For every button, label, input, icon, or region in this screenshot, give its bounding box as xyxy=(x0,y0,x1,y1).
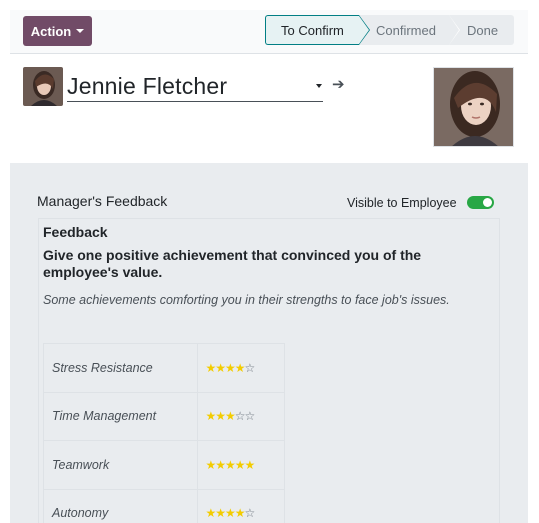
stage-to-confirm[interactable]: To Confirm xyxy=(265,15,370,45)
table-row: Teamwork ★★★★★ xyxy=(42,440,285,490)
rating-stars: ★★★★☆ xyxy=(197,488,285,523)
employee-name-field[interactable]: Jennie Fletcher xyxy=(67,71,323,102)
rating-stars: ★★★★★ xyxy=(197,440,285,490)
star-empty-icon[interactable]: ☆ xyxy=(235,409,246,423)
stage-label: Confirmed xyxy=(376,22,436,38)
visible-to-employee-label: Visible to Employee xyxy=(347,196,457,210)
table-row: Stress Resistance ★★★★☆ xyxy=(42,343,285,393)
stage-label: To Confirm xyxy=(281,22,344,38)
status-bar: To Confirm Confirmed Done xyxy=(265,15,514,45)
table-row: Time Management ★★★☆☆ xyxy=(42,391,285,441)
star-filled-icon[interactable]: ★ xyxy=(215,361,226,375)
section-title: Manager's Feedback xyxy=(37,193,168,209)
rating-stars: ★★★☆☆ xyxy=(197,391,285,441)
star-empty-icon[interactable]: ☆ xyxy=(245,409,256,423)
star-filled-icon[interactable]: ★ xyxy=(235,458,246,472)
stage-confirmed[interactable]: Confirmed xyxy=(359,15,460,45)
form-sheet: Manager's Feedback Visible to Employee F… xyxy=(10,163,528,523)
feedback-question: Give one positive achievement that convi… xyxy=(43,247,422,280)
star-filled-icon[interactable]: ★ xyxy=(225,409,236,423)
star-filled-icon[interactable]: ★ xyxy=(215,458,226,472)
toggle-knob xyxy=(483,198,492,207)
stage-label: Done xyxy=(467,22,499,38)
action-button[interactable]: Action xyxy=(23,16,92,46)
visible-to-employee-toggle[interactable] xyxy=(467,196,494,209)
star-empty-icon[interactable]: ☆ xyxy=(245,361,256,375)
star-filled-icon[interactable]: ★ xyxy=(205,458,216,472)
star-empty-icon[interactable]: ☆ xyxy=(245,506,256,520)
star-filled-icon[interactable]: ★ xyxy=(225,506,236,520)
employee-avatar xyxy=(23,67,63,106)
rating-label: Stress Resistance xyxy=(42,343,199,393)
control-panel: Action To Confirm Confirmed Done xyxy=(10,10,528,54)
employee-photo[interactable] xyxy=(433,67,514,147)
star-filled-icon[interactable]: ★ xyxy=(235,361,246,375)
open-record-arrow-icon[interactable]: ➔ xyxy=(332,75,345,93)
rating-label: Time Management xyxy=(42,391,199,441)
employee-name: Jennie Fletcher xyxy=(67,72,228,99)
form-header: Jennie Fletcher ➔ xyxy=(10,55,528,163)
star-filled-icon[interactable]: ★ xyxy=(205,409,216,423)
feedback-card[interactable]: Feedback Give one positive achievement t… xyxy=(38,218,500,523)
star-filled-icon[interactable]: ★ xyxy=(205,361,216,375)
star-filled-icon[interactable]: ★ xyxy=(235,506,246,520)
ratings-table: Stress Resistance ★★★★☆ Time Management ★★★… xyxy=(42,343,285,523)
rating-label: Autonomy xyxy=(42,488,199,523)
feedback-heading: Feedback xyxy=(43,224,108,240)
table-row: Autonomy ★★★★☆ xyxy=(42,488,285,523)
rating-stars: ★★★★☆ xyxy=(197,343,285,393)
star-filled-icon[interactable]: ★ xyxy=(245,458,256,472)
star-filled-icon[interactable]: ★ xyxy=(215,506,226,520)
action-label: Action xyxy=(30,23,72,39)
dropdown-caret-icon[interactable] xyxy=(316,84,322,88)
star-filled-icon[interactable]: ★ xyxy=(225,361,236,375)
caret-down-icon xyxy=(76,29,85,33)
star-filled-icon[interactable]: ★ xyxy=(215,409,226,423)
star-filled-icon[interactable]: ★ xyxy=(205,506,216,520)
star-filled-icon[interactable]: ★ xyxy=(225,458,236,472)
feedback-hint: Some achievements comforting you in thei… xyxy=(43,293,450,307)
rating-label: Teamwork xyxy=(42,440,199,490)
